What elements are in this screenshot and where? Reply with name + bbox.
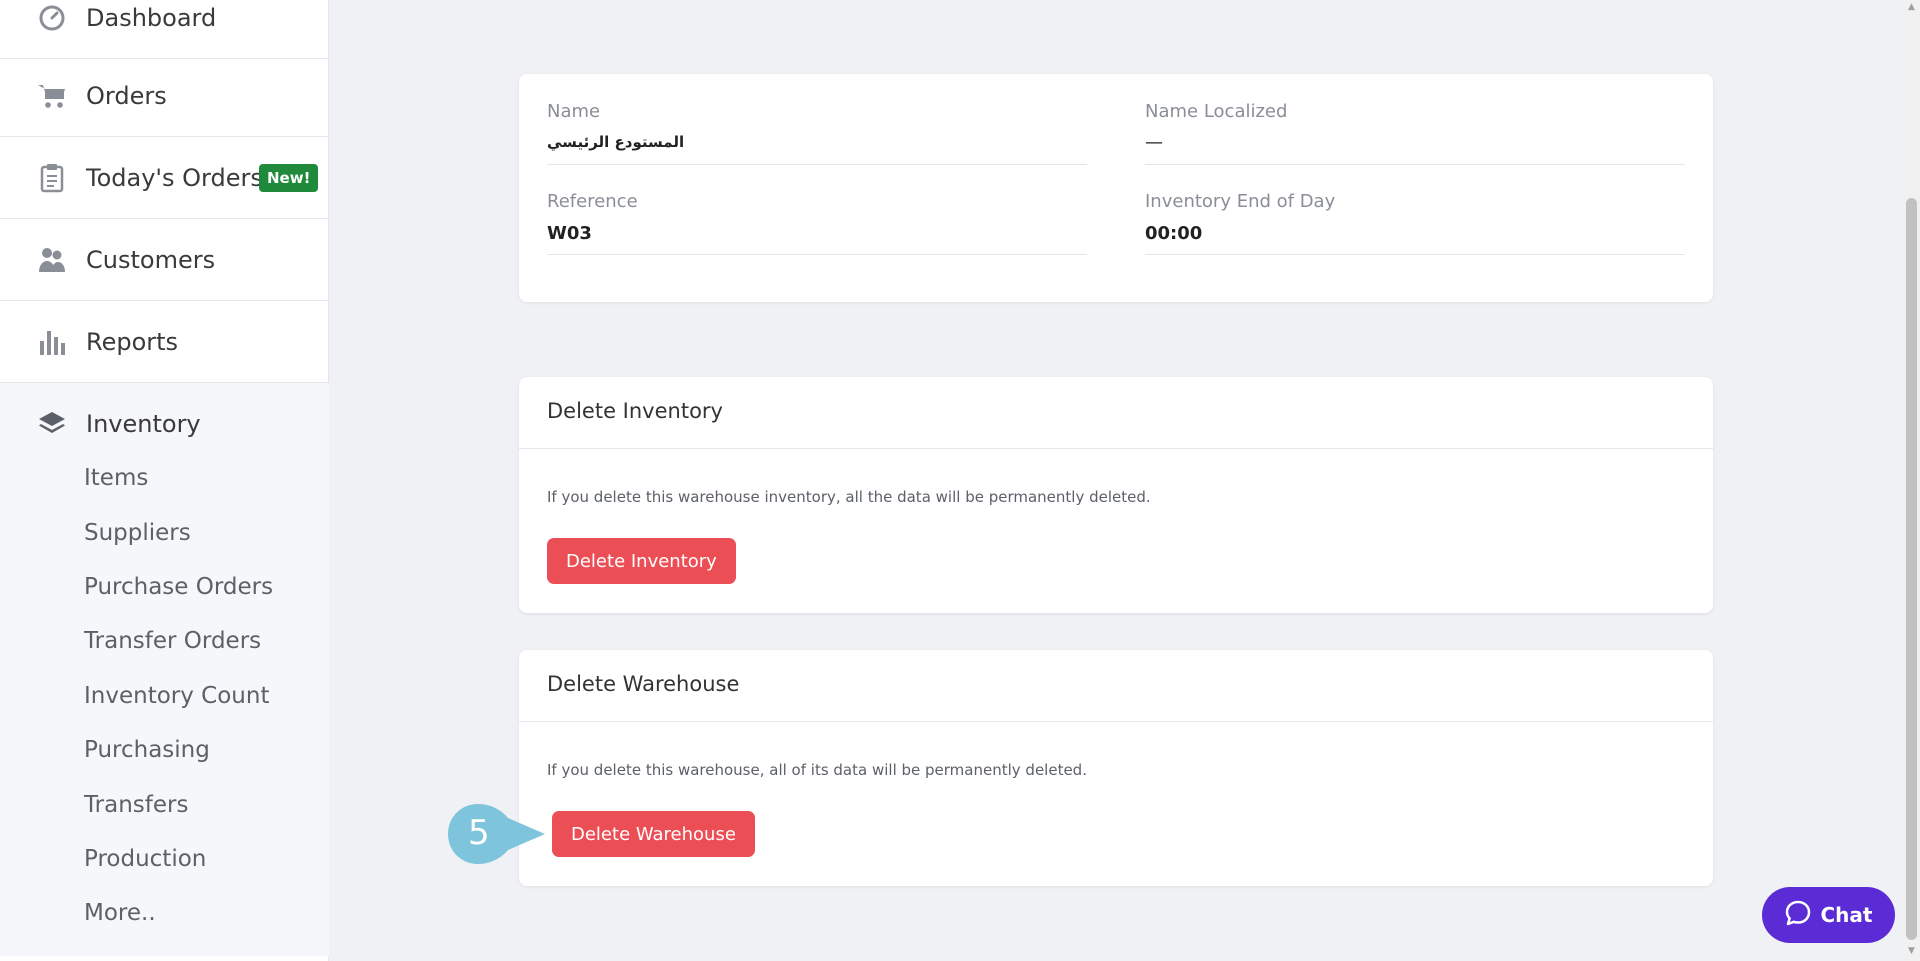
sidebar-item-customers[interactable]: Customers (0, 220, 329, 301)
sidebar-item-label: Today's Orders (86, 164, 263, 192)
sidebar-subitem-inventory-count[interactable]: Inventory Count (84, 683, 269, 709)
clipboard-icon (37, 163, 67, 193)
sidebar-subitem-transfers[interactable]: Transfers (84, 792, 188, 818)
delete-warehouse-button[interactable]: Delete Warehouse (552, 811, 755, 857)
sidebar-item-inventory[interactable]: Inventory (0, 383, 329, 464)
warehouse-details-card: Name المستودع الرئيسي Name Localized — R… (519, 74, 1713, 302)
divider (547, 254, 1087, 255)
sidebar-item-label: Customers (86, 246, 216, 274)
reference-label: Reference (547, 191, 638, 212)
name-localized-label: Name Localized (1145, 101, 1288, 122)
divider (1145, 254, 1685, 255)
sidebar-item-label: Reports (86, 328, 179, 356)
divider (1145, 164, 1685, 165)
name-localized-value: — (1145, 132, 1163, 153)
sidebar-item-orders[interactable]: Orders (0, 56, 329, 137)
step-marker: 5 (448, 804, 548, 864)
scroll-down-arrow[interactable]: ▼ (1906, 946, 1917, 958)
step-number: 5 (468, 813, 490, 853)
sidebar-subitem-production[interactable]: Production (84, 846, 206, 872)
inventory-section: Inventory Items Suppliers Purchase Order… (0, 383, 329, 956)
layers-icon (37, 409, 67, 439)
end-of-day-value: 00:00 (1145, 223, 1203, 244)
sidebar-subitem-more[interactable]: More.. (84, 900, 156, 926)
scroll-up-arrow[interactable]: ▲ (1906, 2, 1917, 14)
sidebar-item-dashboard[interactable]: Dashboard (0, 0, 329, 59)
delete-inventory-button[interactable]: Delete Inventory (547, 538, 736, 584)
sidebar-item-label: Inventory (86, 409, 201, 438)
reference-value: W03 (547, 223, 592, 244)
sidebar-subitem-purchase-orders[interactable]: Purchase Orders (84, 574, 273, 600)
divider (519, 721, 1713, 722)
name-value: المستودع الرئيسي (547, 133, 685, 151)
delete-inventory-text: If you delete this warehouse inventory, … (547, 488, 1151, 506)
end-of-day-label: Inventory End of Day (1145, 191, 1336, 212)
sidebar-subitem-purchasing[interactable]: Purchasing (84, 737, 210, 763)
cart-icon (37, 81, 67, 111)
chat-button[interactable]: Chat (1762, 887, 1895, 943)
chat-bubble-icon (1785, 900, 1811, 931)
sidebar-item-label: Orders (86, 82, 167, 110)
sidebar-subitem-items[interactable]: Items (84, 465, 148, 491)
scrollbar-thumb[interactable] (1906, 198, 1917, 940)
divider (547, 164, 1087, 165)
customers-icon (37, 245, 67, 275)
sidebar-item-reports[interactable]: Reports (0, 302, 329, 383)
sidebar-subitem-suppliers[interactable]: Suppliers (84, 520, 191, 546)
delete-inventory-card: Delete Inventory If you delete this ware… (519, 377, 1713, 613)
dashboard-icon (37, 3, 67, 33)
delete-inventory-title: Delete Inventory (547, 399, 723, 423)
divider (519, 448, 1713, 449)
sidebar-item-todays-orders[interactable]: Today's Orders New! (0, 138, 329, 219)
delete-warehouse-title: Delete Warehouse (547, 672, 740, 696)
sidebar-subitem-transfer-orders[interactable]: Transfer Orders (84, 628, 261, 654)
delete-warehouse-card: Delete Warehouse If you delete this ware… (519, 650, 1713, 886)
delete-warehouse-text: If you delete this warehouse, all of its… (547, 761, 1087, 779)
sidebar-item-label: Dashboard (86, 4, 217, 32)
reports-icon (37, 327, 67, 357)
new-badge: New! (259, 164, 319, 192)
sidebar: Dashboard Orders Today's Orders New! Cus… (0, 0, 329, 961)
name-label: Name (547, 101, 601, 122)
chat-label: Chat (1820, 903, 1873, 927)
